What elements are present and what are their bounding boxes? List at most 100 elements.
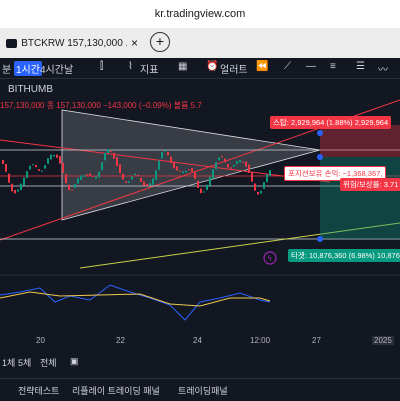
url-bar[interactable]: kr.tradingview.com: [0, 0, 400, 28]
tab-title: BTCKRW 157,130,000 ...: [21, 37, 127, 49]
candle: [71, 189, 73, 191]
calendar-icon[interactable]: ▣: [70, 356, 79, 367]
candle: [35, 165, 37, 168]
candle: [122, 173, 124, 180]
candle: [239, 159, 241, 163]
bottom-panel-bar: 전략테스트 리플레이 트레이딩 패널 트레이딩패널: [0, 378, 400, 401]
candle: [41, 170, 43, 172]
candle: [212, 169, 214, 179]
x-tick-20: 20: [36, 336, 45, 345]
tab-close-button[interactable]: ×: [131, 36, 138, 50]
candle: [5, 164, 7, 172]
candle: [50, 154, 52, 160]
candle: [104, 152, 106, 161]
candle: [179, 170, 181, 172]
handle-entry[interactable]: [317, 154, 323, 160]
browser-tab[interactable]: BTCKRW 157,130,000 ... ×: [6, 32, 138, 54]
candle: [62, 162, 64, 173]
alerts-button[interactable]: 얼러트: [220, 61, 248, 76]
candle: [230, 167, 232, 169]
candle: [173, 161, 175, 169]
candle: [140, 177, 142, 182]
candle: [2, 160, 4, 164]
time-axis[interactable]: 20 22 24 12:00 27 2025: [0, 336, 400, 350]
candle: [26, 171, 28, 179]
browser-tab-bar: BTCKRW 157,130,000 ... × +: [0, 28, 400, 58]
candle: [263, 182, 265, 189]
candle: [131, 176, 133, 180]
candle: [107, 149, 109, 154]
interval-1h-button[interactable]: 1시간: [14, 61, 42, 76]
candle: [167, 151, 169, 156]
candle: [251, 172, 253, 182]
interval-4h-button[interactable]: 4시간: [40, 61, 64, 76]
layout-grid-icon[interactable]: ▦: [178, 61, 187, 72]
new-tab-button[interactable]: +: [150, 32, 170, 52]
candle: [11, 183, 13, 192]
trendline-icon[interactable]: ⟋: [284, 61, 291, 72]
candle: [158, 160, 160, 170]
candle: [98, 171, 100, 178]
chart-toolbar: 분 1시간 4시간 날 ⫿ ⌇ 지표 ▦ ⏰ 얼러트 ⏪ ⟋ — ≡ ☰ 〰: [0, 58, 400, 79]
candle: [20, 183, 22, 190]
candle: [38, 169, 40, 171]
candle: [155, 170, 157, 180]
range-5-button[interactable]: 5체: [18, 356, 31, 369]
handle-target[interactable]: [317, 236, 323, 242]
candle: [29, 165, 31, 170]
stop-zone[interactable]: [320, 125, 400, 157]
candle: [113, 152, 115, 159]
candle: [197, 180, 199, 188]
candle: [269, 170, 271, 177]
candle: [203, 191, 205, 193]
signal-line: [0, 291, 271, 307]
strategy-tester-tab[interactable]: 전략테스트: [18, 384, 59, 397]
candle: [254, 183, 256, 191]
candle: [128, 181, 130, 184]
candle: [32, 164, 34, 166]
candle: [74, 184, 76, 188]
replay-panel-tab[interactable]: 리플레이 트레이딩 패널: [72, 384, 160, 397]
trading-panel-tab[interactable]: 트레이딩패널: [178, 384, 228, 397]
interval-day-button[interactable]: 날: [64, 61, 73, 76]
range-1-button[interactable]: 1체: [2, 356, 15, 369]
candle: [164, 150, 166, 152]
candle: [248, 164, 250, 173]
horizontal-line-icon[interactable]: —: [306, 61, 316, 72]
bar-style-icon[interactable]: ⫿: [100, 61, 103, 72]
candle: [182, 171, 184, 174]
replay-icon[interactable]: ⏪: [256, 61, 268, 72]
price-info: 157,130,000 종 157,130,000 −143,000 (−0.0…: [0, 101, 202, 110]
tradingview-logo-icon: [6, 38, 18, 48]
fib-icon[interactable]: ≡: [330, 61, 336, 72]
candle: [260, 190, 262, 194]
candle: [161, 152, 163, 159]
url-text: kr.tradingview.com: [154, 8, 246, 20]
candle: [86, 174, 88, 176]
candle: [83, 175, 85, 177]
candle: [242, 161, 244, 163]
indicators-button[interactable]: 지표: [140, 61, 158, 76]
candle: [77, 178, 79, 184]
candle: [191, 168, 193, 172]
range-bar: 1체 5체 전체 ▣: [0, 356, 400, 374]
range-all-button[interactable]: 전체: [40, 356, 57, 369]
alarm-icon[interactable]: ⏰: [206, 61, 218, 72]
candle: [227, 164, 229, 168]
candle: [233, 164, 235, 167]
candle: [188, 169, 190, 171]
interval-min-button[interactable]: 분: [2, 61, 11, 76]
oscillator-line: [0, 284, 271, 321]
indicators-icon[interactable]: ⌇: [128, 61, 133, 72]
candle: [101, 162, 103, 171]
candle: [143, 181, 145, 186]
channel-icon[interactable]: ☰: [356, 61, 365, 72]
symbol-name[interactable]: BITHUMB: [8, 84, 53, 95]
handle-stop[interactable]: [317, 130, 323, 136]
candle: [257, 191, 259, 195]
candle: [8, 173, 10, 183]
candle: [80, 175, 82, 181]
pattern-icon[interactable]: 〰: [378, 61, 388, 76]
candle: [206, 184, 208, 190]
candle: [119, 164, 121, 173]
